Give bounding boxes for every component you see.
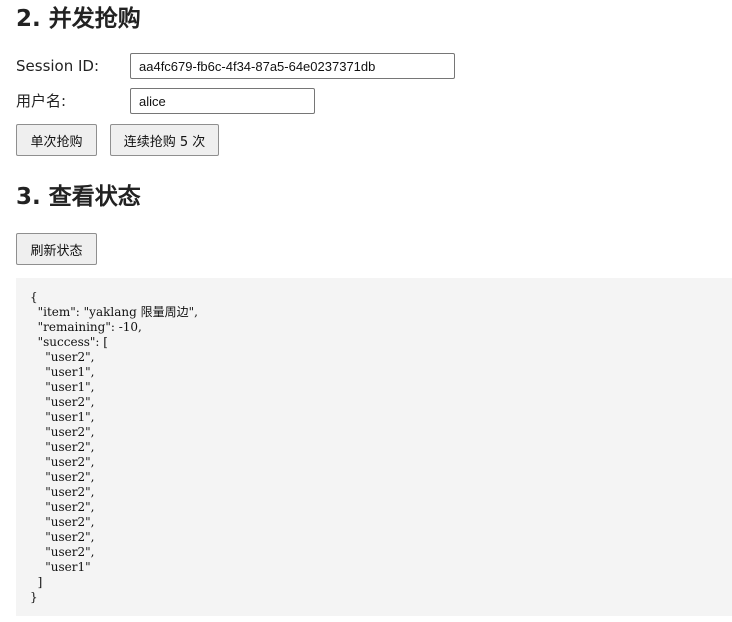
session-id-input[interactable] — [130, 53, 455, 79]
session-id-label: Session ID: — [16, 57, 100, 75]
refresh-status-button[interactable]: 刷新状态 — [16, 233, 97, 265]
username-label: 用户名: — [16, 92, 67, 110]
section-title-view-status: 3. 查看状态 — [16, 184, 141, 210]
username-input[interactable] — [130, 88, 315, 114]
status-output: { "item": "yaklang 限量周边", "remaining": -… — [16, 278, 732, 616]
single-buy-button[interactable]: 单次抢购 — [16, 124, 97, 156]
multi-buy-button[interactable]: 连续抢购 5 次 — [110, 124, 219, 156]
section-title-concurrent-purchase: 2. 并发抢购 — [16, 6, 141, 32]
